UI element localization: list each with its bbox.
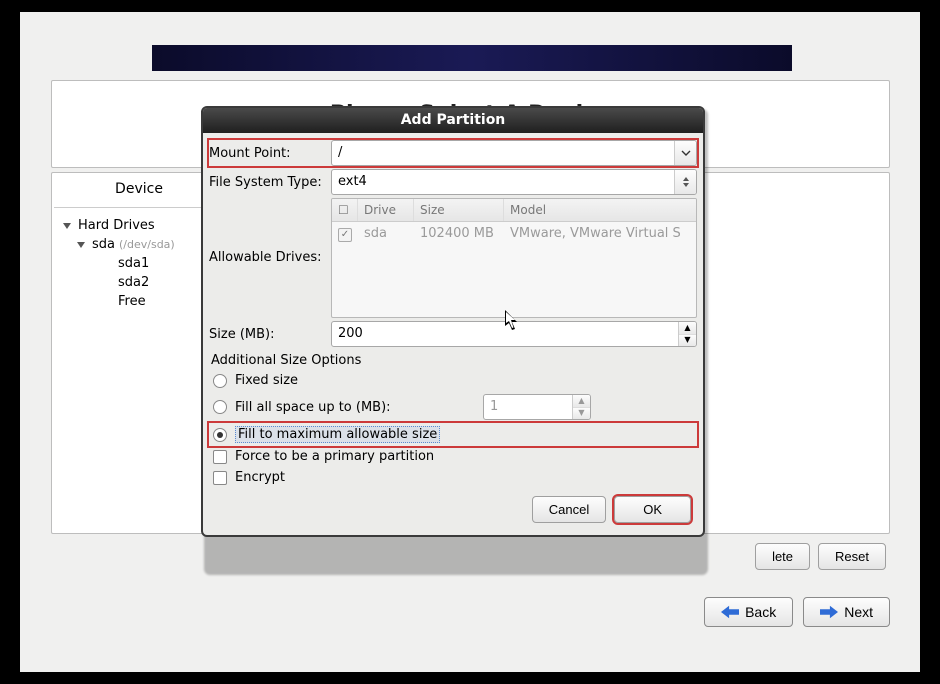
allowable-drives-row: Allowable Drives: ☐ Drive Size Model ✓ s… [209,198,697,318]
arrow-left-icon [721,605,739,619]
tree-label: Hard Drives [78,218,155,233]
drives-header-model: Model [504,199,696,221]
tree-devpath: (/dev/sda) [119,238,175,251]
size-row: Size (MB): 200 ▲ ▼ [209,321,697,347]
spin-up-icon: ▲ [573,395,590,408]
fs-type-combo[interactable]: ext4 [331,169,697,195]
radio-icon [213,374,227,388]
fill-up-to-value: 1 [484,395,572,419]
fs-type-row: File System Type: ext4 [209,169,697,195]
checkbox-icon [213,450,227,464]
dialog-title: Add Partition [203,108,703,133]
fixed-size-label: Fixed size [235,373,298,388]
drive-model: VMware, VMware Virtual S [504,222,696,246]
banner [152,45,792,71]
tree-label: sda1 [118,256,149,271]
updown-icon [674,170,696,194]
spin-down-icon[interactable]: ▼ [679,335,696,347]
add-partition-dialog: Add Partition Mount Point: / File System… [201,106,705,537]
drive-checkbox-icon: ✓ [338,228,352,242]
force-primary-label: Force to be a primary partition [235,449,434,464]
device-column-header: Device [54,173,224,208]
ok-button[interactable]: OK [614,496,691,523]
next-button[interactable]: Next [803,597,890,627]
spin-down-icon: ▼ [573,408,590,420]
mount-point-value: / [332,141,674,165]
mount-point-row: Mount Point: / [209,140,697,166]
arrow-right-icon [820,605,838,619]
expand-icon [60,219,74,233]
fs-type-value: ext4 [332,170,674,194]
mount-point-combo[interactable]: / [331,140,697,166]
back-label: Back [745,604,776,620]
tree-label: Free [118,294,146,309]
drive-name: sda [358,222,414,246]
drives-header-size: Size [414,199,504,221]
size-label: Size (MB): [209,327,331,342]
force-primary-option[interactable]: Force to be a primary partition [209,446,697,467]
size-value: 200 [332,322,678,346]
reset-button[interactable]: Reset [818,543,886,570]
allowable-drives-label: Allowable Drives: [209,198,331,265]
back-button[interactable]: Back [704,597,793,627]
nav-bar: Back Next [51,592,890,632]
fill-up-to-label: Fill all space up to (MB): [235,400,475,415]
drives-header-drive: Drive [358,199,414,221]
next-label: Next [844,604,873,620]
drive-size: 102400 MB [414,222,504,246]
fs-type-label: File System Type: [209,175,331,190]
tree-label: sda2 [118,275,149,290]
encrypt-label: Encrypt [235,470,285,485]
allowable-drives-list[interactable]: ☐ Drive Size Model ✓ sda 102400 MB VMwar… [331,198,697,318]
drives-header-chk: ☐ [332,199,358,221]
radio-icon [213,428,227,442]
fill-up-to-spinbox: 1 ▲ ▼ [483,394,591,420]
chevron-down-icon [674,141,696,165]
fixed-size-option[interactable]: Fixed size [209,370,697,391]
fill-max-option[interactable]: Fill to maximum allowable size [209,423,697,446]
tree-label: sda [92,237,115,252]
checkbox-icon [213,471,227,485]
additional-options-label: Additional Size Options [211,353,697,368]
size-spinbox[interactable]: 200 ▲ ▼ [331,321,697,347]
drives-header: ☐ Drive Size Model [332,199,696,222]
delete-button[interactable]: lete [755,543,810,570]
radio-icon [213,400,227,414]
fill-up-to-option[interactable]: Fill all space up to (MB): 1 ▲ ▼ [209,391,697,423]
encrypt-option[interactable]: Encrypt [209,467,697,488]
drives-row[interactable]: ✓ sda 102400 MB VMware, VMware Virtual S [332,222,696,246]
expand-icon [74,238,88,252]
cancel-button[interactable]: Cancel [532,496,606,523]
mount-point-label: Mount Point: [209,146,331,161]
fill-max-label: Fill to maximum allowable size [235,426,440,443]
spin-up-icon[interactable]: ▲ [679,322,696,335]
